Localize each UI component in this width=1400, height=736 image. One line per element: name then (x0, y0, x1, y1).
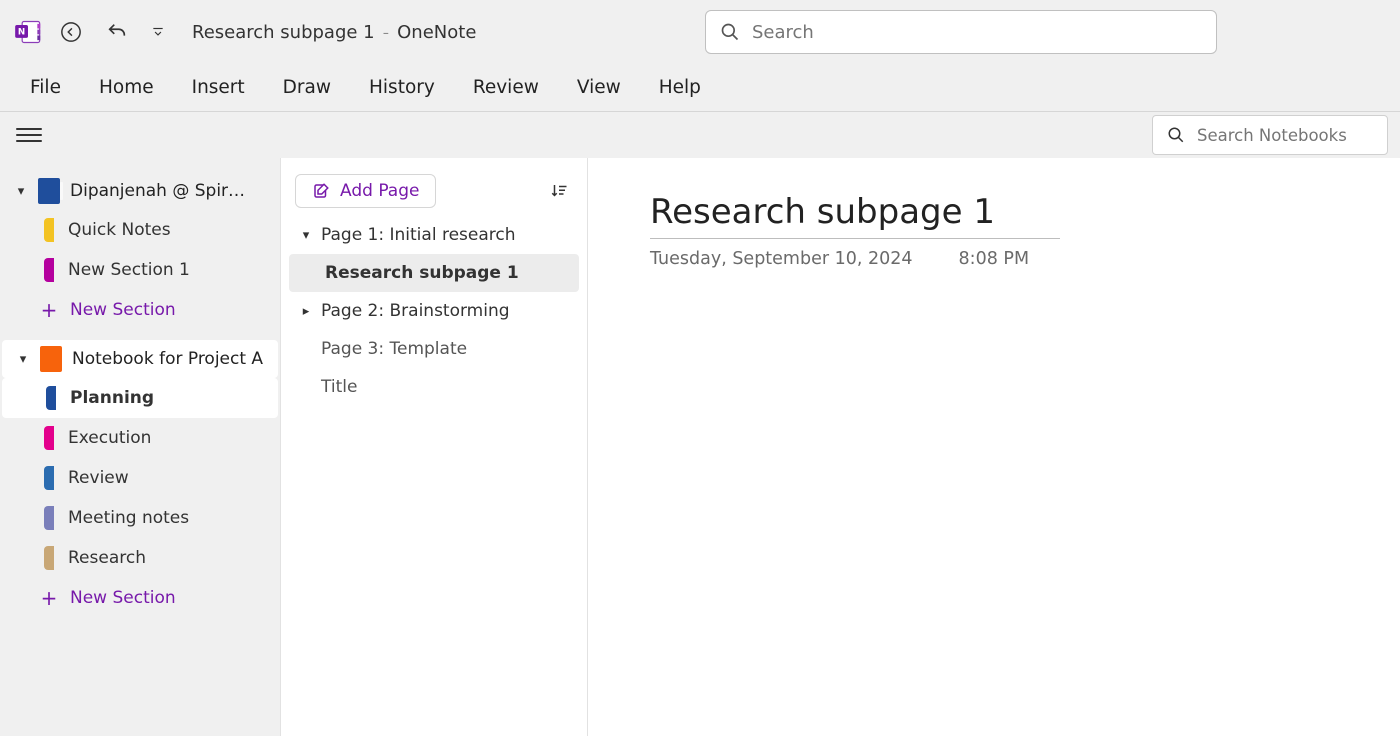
search-icon (1167, 126, 1185, 144)
back-button[interactable] (54, 15, 88, 49)
notebook-icon (38, 178, 60, 204)
add-page-button[interactable]: Add Page (295, 174, 436, 208)
section-label: Research (68, 548, 146, 568)
chevron-right-icon: ▸ (299, 304, 313, 319)
notebook-label: Notebook for Project A (72, 349, 263, 369)
page-date: Tuesday, September 10, 2024 (650, 249, 913, 269)
section-color-tab (44, 426, 54, 450)
page-item[interactable]: ▾ Page 1: Initial research (289, 216, 579, 254)
section-item[interactable]: Quick Notes (0, 210, 280, 250)
ribbon-home[interactable]: Home (97, 73, 156, 102)
section-item[interactable]: Review (0, 458, 280, 498)
window-title: Research subpage 1 - OneNote (192, 22, 476, 43)
sort-pages-button[interactable] (545, 177, 573, 205)
title-separator: - (383, 22, 390, 43)
ribbon-insert[interactable]: Insert (190, 73, 247, 102)
section-color-tab (44, 218, 54, 242)
section-color-tab (44, 258, 54, 282)
page-item[interactable]: Research subpage 1 (289, 254, 579, 292)
add-page-label: Add Page (340, 181, 419, 201)
page-time: 8:08 PM (959, 249, 1030, 269)
notebook-label: Dipanjenah @ Spiral... (70, 181, 250, 201)
title-bar: N Research subpage 1 - OneNote (0, 0, 1400, 64)
main-area: ▾ Dipanjenah @ Spiral... Quick Notes New… (0, 158, 1400, 736)
section-color-tab (44, 466, 54, 490)
ribbon-history[interactable]: History (367, 73, 437, 102)
new-section-label: New Section (70, 588, 176, 608)
notebook-header[interactable]: ▾ Notebook for Project A (2, 340, 278, 378)
section-item[interactable]: New Section 1 (0, 250, 280, 290)
ribbon-help[interactable]: Help (657, 73, 703, 102)
chevron-down-icon: ▾ (16, 352, 30, 367)
page-label: Research subpage 1 (325, 263, 519, 283)
notebook-sidebar: ▾ Dipanjenah @ Spiral... Quick Notes New… (0, 158, 280, 736)
page-item[interactable]: Page 3: Template (289, 330, 579, 368)
chevron-down-icon: ▾ (14, 184, 28, 199)
section-label: Meeting notes (68, 508, 189, 528)
svg-text:N: N (18, 27, 25, 37)
plus-icon: + (40, 586, 58, 610)
page-item[interactable]: ▸ Page 2: Brainstorming (289, 292, 579, 330)
section-label: New Section 1 (68, 260, 190, 280)
global-search[interactable] (705, 10, 1217, 54)
section-item[interactable]: Research (0, 538, 280, 578)
search-notebooks[interactable] (1152, 115, 1388, 155)
global-search-input[interactable] (752, 22, 1202, 43)
new-section-button[interactable]: + New Section (0, 578, 280, 618)
search-icon (720, 22, 740, 42)
search-notebooks-input[interactable] (1197, 126, 1400, 145)
page-item[interactable]: Title (289, 368, 579, 406)
page-metadata: Tuesday, September 10, 2024 8:08 PM (650, 249, 1400, 269)
section-label: Review (68, 468, 129, 488)
section-color-tab (46, 386, 56, 410)
notebook-header[interactable]: ▾ Dipanjenah @ Spiral... (0, 172, 280, 210)
onenote-app-icon: N (14, 18, 42, 46)
page-label: Page 2: Brainstorming (321, 301, 510, 321)
plus-icon: + (40, 298, 58, 322)
section-label: Quick Notes (68, 220, 171, 240)
chevron-down-icon: ▾ (299, 228, 313, 243)
new-section-label: New Section (70, 300, 176, 320)
ribbon-review[interactable]: Review (471, 73, 541, 102)
section-item[interactable]: Execution (0, 418, 280, 458)
hamburger-button[interactable] (16, 122, 42, 148)
section-item[interactable]: Planning (2, 378, 278, 418)
page-label: Page 3: Template (321, 339, 467, 359)
tool-row (0, 112, 1400, 158)
section-color-tab (44, 506, 54, 530)
title-underline (650, 238, 1060, 239)
section-label: Execution (68, 428, 151, 448)
undo-button[interactable] (100, 15, 134, 49)
title-app-name: OneNote (397, 22, 476, 43)
page-title[interactable]: Research subpage 1 (650, 192, 1060, 232)
section-item[interactable]: Meeting notes (0, 498, 280, 538)
ribbon-menu: File Home Insert Draw History Review Vie… (0, 64, 1400, 112)
page-list-panel: Add Page ▾ Page 1: Initial research Rese… (280, 158, 588, 736)
add-page-icon (312, 182, 330, 200)
ribbon-file[interactable]: File (28, 73, 63, 102)
section-label: Planning (70, 388, 154, 408)
section-color-tab (44, 546, 54, 570)
page-label: Title (321, 377, 357, 397)
quick-access-dropdown[interactable] (146, 15, 170, 49)
page-label: Page 1: Initial research (321, 225, 516, 245)
ribbon-view[interactable]: View (575, 73, 623, 102)
notebook-icon (40, 346, 62, 372)
new-section-button[interactable]: + New Section (0, 290, 280, 330)
ribbon-draw[interactable]: Draw (281, 73, 333, 102)
title-page-name: Research subpage 1 (192, 22, 375, 43)
page-content[interactable]: Research subpage 1 Tuesday, September 10… (588, 158, 1400, 736)
